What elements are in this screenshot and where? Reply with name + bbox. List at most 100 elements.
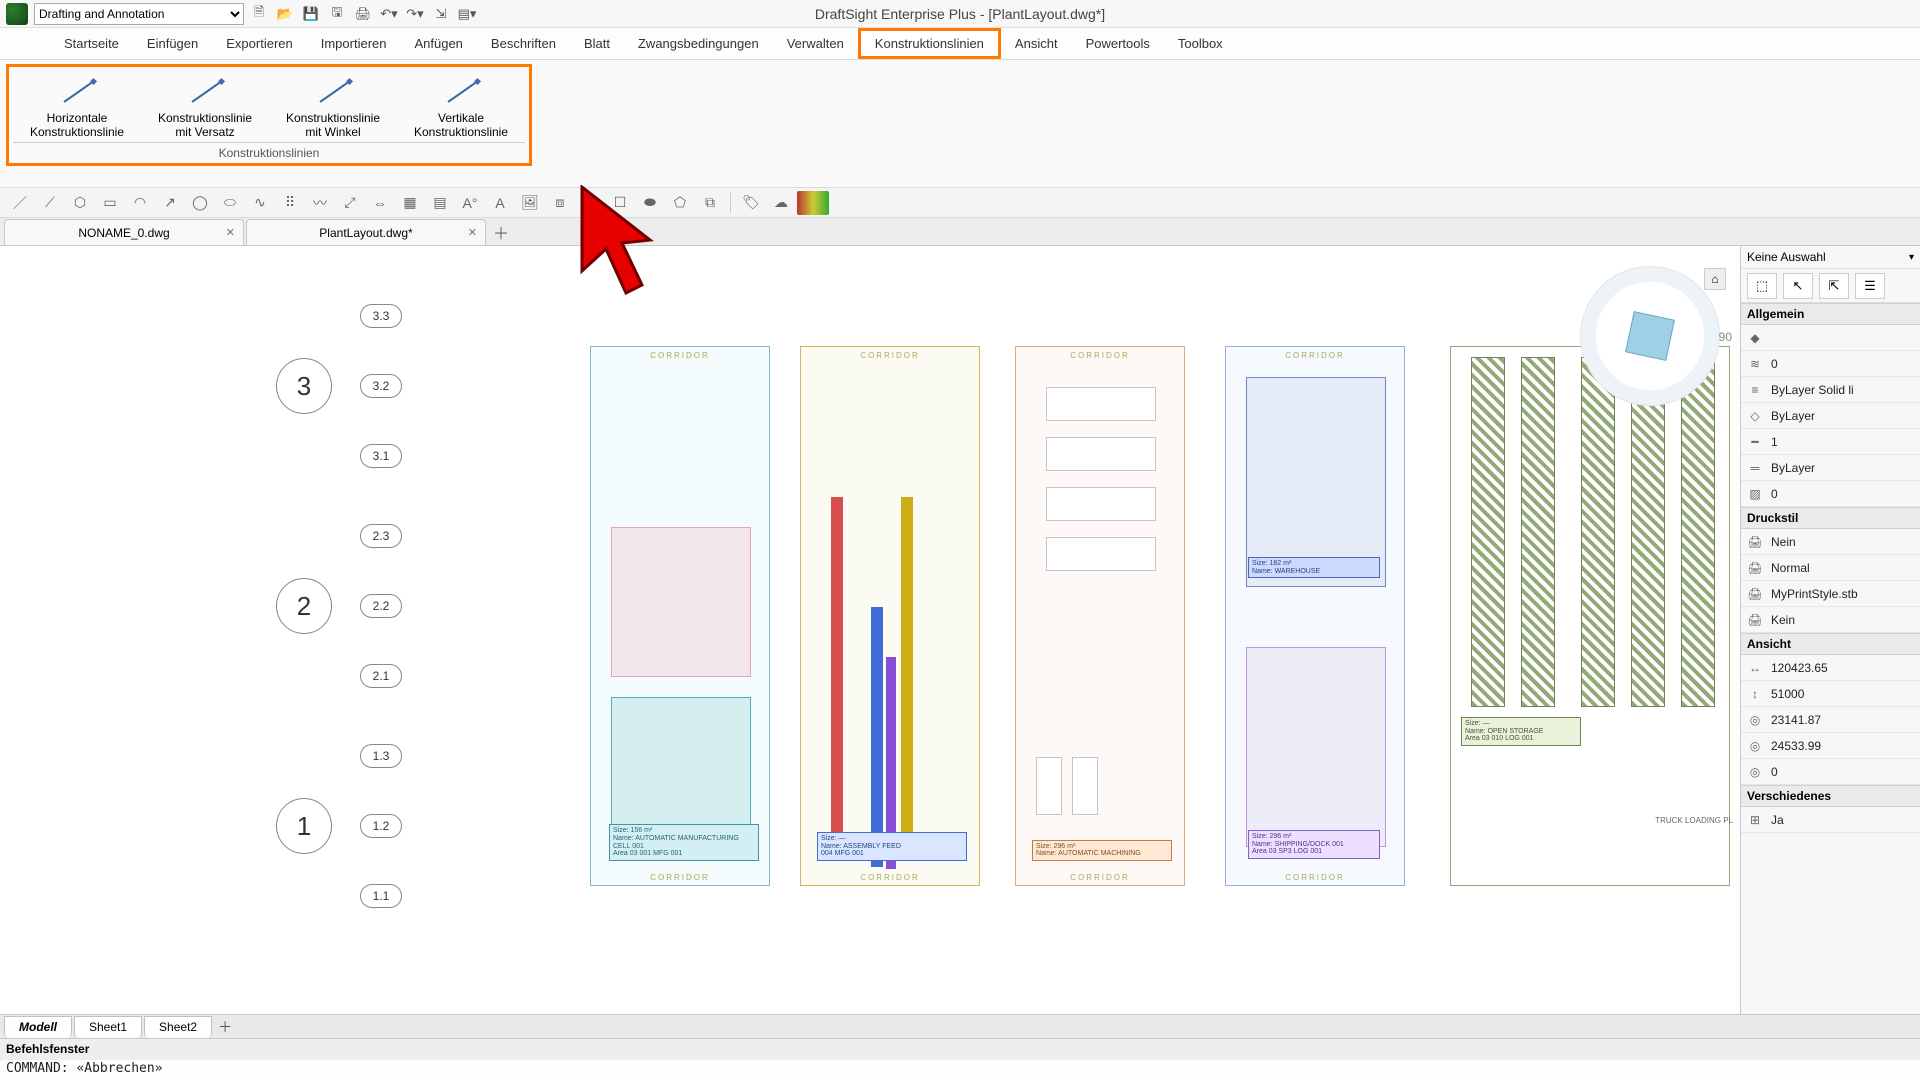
sheet-tab-sheet1[interactable]: Sheet1 xyxy=(74,1016,142,1038)
tool-join-icon[interactable]: ⧉ xyxy=(696,191,724,215)
tab-beschriften[interactable]: Beschriften xyxy=(477,28,570,59)
tool-note-icon[interactable]: 🏷 xyxy=(737,191,765,215)
tab-konstruktionslinien[interactable]: Konstruktionslinien xyxy=(858,28,1001,59)
file-tab[interactable]: NONAME_0.dwg ✕ xyxy=(4,219,244,245)
grid-bubble-minor: 2.1 xyxy=(360,664,402,688)
tool-revcloud-icon[interactable]: ☁ xyxy=(767,191,795,215)
open-folder-icon[interactable]: 📂 xyxy=(274,3,296,25)
prop-value[interactable]: 24533.99 xyxy=(1771,739,1916,753)
props-tool-pick-icon[interactable]: ↖ xyxy=(1783,273,1813,299)
tool-break-icon[interactable]: ☐ xyxy=(606,191,634,215)
prop-value[interactable]: 1 xyxy=(1771,435,1916,449)
vert-constr-line-button[interactable]: Vertikale Konstruktionslinie xyxy=(397,71,525,142)
tab-anfuegen[interactable]: Anfügen xyxy=(400,28,476,59)
tab-einfuegen[interactable]: Einfügen xyxy=(133,28,212,59)
prop-value[interactable]: 0 xyxy=(1771,487,1916,501)
tab-verwalten[interactable]: Verwalten xyxy=(773,28,858,59)
undo-icon[interactable]: ↶▾ xyxy=(378,3,400,25)
close-icon[interactable]: ✕ xyxy=(468,226,477,239)
linecolor-icon: ◇ xyxy=(1745,407,1765,425)
zone-machining: CORRIDOR CORRIDOR Size: 296 m² Name: AUT… xyxy=(1015,346,1185,886)
print-icon[interactable]: 🖨 xyxy=(352,3,374,25)
tool-zigzag-icon[interactable]: 〰 xyxy=(306,191,334,215)
file-tab[interactable]: PlantLayout.dwg* ✕ xyxy=(246,219,486,245)
ribbon-btn-label: mit Versatz xyxy=(175,125,234,139)
viewcube-face[interactable] xyxy=(1625,311,1675,361)
tool-arrow-icon[interactable]: ↗ xyxy=(156,191,184,215)
prop-value[interactable]: 120423.65 xyxy=(1771,661,1916,675)
prop-value[interactable]: Kein xyxy=(1771,613,1916,627)
prop-value[interactable]: ByLayer Solid li xyxy=(1771,383,1916,397)
sheet-icon[interactable]: ▤▾ xyxy=(456,3,478,25)
horiz-constr-line-button[interactable]: Horizontale Konstruktionslinie xyxy=(13,71,141,142)
tool-points-icon[interactable]: ⠿ xyxy=(276,191,304,215)
save-icon[interactable]: 💾 xyxy=(300,3,322,25)
tool-line-icon[interactable]: ／ xyxy=(6,191,34,215)
file-tab-label: NONAME_0.dwg xyxy=(78,226,169,240)
prop-value[interactable]: ByLayer xyxy=(1771,409,1916,423)
tool-arc-icon[interactable]: ◠ xyxy=(126,191,154,215)
drawing-canvas[interactable]: 3 2 1 3.3 3.2 3.1 2.3 2.2 2.1 1.3 1.2 1.… xyxy=(0,246,1740,1014)
tool-color-swatch-icon[interactable] xyxy=(797,191,829,215)
prop-value[interactable]: Ja xyxy=(1771,813,1916,827)
tool-dim-icon[interactable]: ⇔ xyxy=(366,191,394,215)
prop-value[interactable]: 0 xyxy=(1771,357,1916,371)
tool-fill-ellipse-icon[interactable]: ⬬ xyxy=(636,191,664,215)
constr-line-icon xyxy=(62,75,92,105)
viewcube-home-icon[interactable]: ⌂ xyxy=(1704,268,1726,290)
command-line[interactable]: COMMAND: «Abbrechen» xyxy=(0,1060,1920,1080)
tab-exportieren[interactable]: Exportieren xyxy=(212,28,306,59)
tab-ansicht[interactable]: Ansicht xyxy=(1001,28,1072,59)
tool-segment-icon[interactable]: ⤢ xyxy=(336,191,364,215)
prop-value[interactable]: Nein xyxy=(1771,535,1916,549)
tool-text-a-icon[interactable]: A° xyxy=(456,191,484,215)
close-icon[interactable]: ✕ xyxy=(226,226,235,239)
tab-startseite[interactable]: Startseite xyxy=(50,28,133,59)
corridor-label: CORRIDOR xyxy=(1016,347,1184,363)
tab-importieren[interactable]: Importieren xyxy=(307,28,401,59)
angle-constr-line-button[interactable]: Konstruktionslinie mit Winkel xyxy=(269,71,397,142)
tool-image-icon[interactable]: 🖼 xyxy=(516,191,544,215)
save-as-icon[interactable]: 🖫 xyxy=(326,3,348,25)
prop-value[interactable]: 23141.87 xyxy=(1771,713,1916,727)
tool-align-icon[interactable]: ⌖ xyxy=(576,191,604,215)
prop-value[interactable]: ByLayer xyxy=(1771,461,1916,475)
props-tool-quick-icon[interactable]: ⇱ xyxy=(1819,273,1849,299)
tab-zwang[interactable]: Zwangsbedingungen xyxy=(624,28,773,59)
tab-toolbox[interactable]: Toolbox xyxy=(1164,28,1237,59)
sheet-tab-sheet2[interactable]: Sheet2 xyxy=(144,1016,212,1038)
zone-tag: Size: 182 m² Name: WAREHOUSE xyxy=(1248,557,1380,578)
offset-constr-line-button[interactable]: Konstruktionslinie mit Versatz xyxy=(141,71,269,142)
zone-tag: Size: 156 m² Name: AUTOMATIC MANUFACTURI… xyxy=(609,824,759,861)
tool-ellipse-icon[interactable]: ⬭ xyxy=(216,191,244,215)
prop-value[interactable]: MyPrintStyle.stb xyxy=(1771,587,1916,601)
viewcube[interactable] xyxy=(1580,266,1720,406)
export-icon[interactable]: ⇲ xyxy=(430,3,452,25)
sheet-tab-model[interactable]: Modell xyxy=(4,1016,72,1038)
tool-spline-icon[interactable]: ∿ xyxy=(246,191,274,215)
tool-table-icon[interactable]: ▤ xyxy=(426,191,454,215)
props-tool-select-icon[interactable]: ⬚ xyxy=(1747,273,1777,299)
tool-polygon-icon[interactable]: ⬡ xyxy=(66,191,94,215)
tool-circle-icon[interactable]: ◯ xyxy=(186,191,214,215)
chevron-down-icon[interactable]: ▾ xyxy=(1909,252,1914,263)
add-file-tab-button[interactable]: ＋ xyxy=(488,219,514,245)
prop-value[interactable]: Normal xyxy=(1771,561,1916,575)
tool-hatch-icon[interactable]: ▦ xyxy=(396,191,424,215)
tool-block-icon[interactable]: ⧈ xyxy=(546,191,574,215)
workspace-select[interactable]: Drafting and Annotation xyxy=(34,3,244,25)
redo-icon[interactable]: ↷▾ xyxy=(404,3,426,25)
new-file-icon[interactable]: 🗎 xyxy=(248,3,270,25)
prop-value[interactable]: 0 xyxy=(1771,765,1916,779)
ribbon-btn-label: Horizontale xyxy=(47,111,108,125)
prop-value[interactable]: 51000 xyxy=(1771,687,1916,701)
target-icon: ◎ xyxy=(1745,763,1765,781)
props-tool-list-icon[interactable]: ☰ xyxy=(1855,273,1885,299)
tab-blatt[interactable]: Blatt xyxy=(570,28,624,59)
tool-rectangle-icon[interactable]: ▭ xyxy=(96,191,124,215)
add-sheet-button[interactable]: ＋ xyxy=(214,1016,236,1038)
tool-text-b-icon[interactable]: A xyxy=(486,191,514,215)
tool-polyline-icon[interactable]: ⟋ xyxy=(36,191,64,215)
tab-powertools[interactable]: Powertools xyxy=(1072,28,1164,59)
tool-pentagon-icon[interactable]: ⬠ xyxy=(666,191,694,215)
